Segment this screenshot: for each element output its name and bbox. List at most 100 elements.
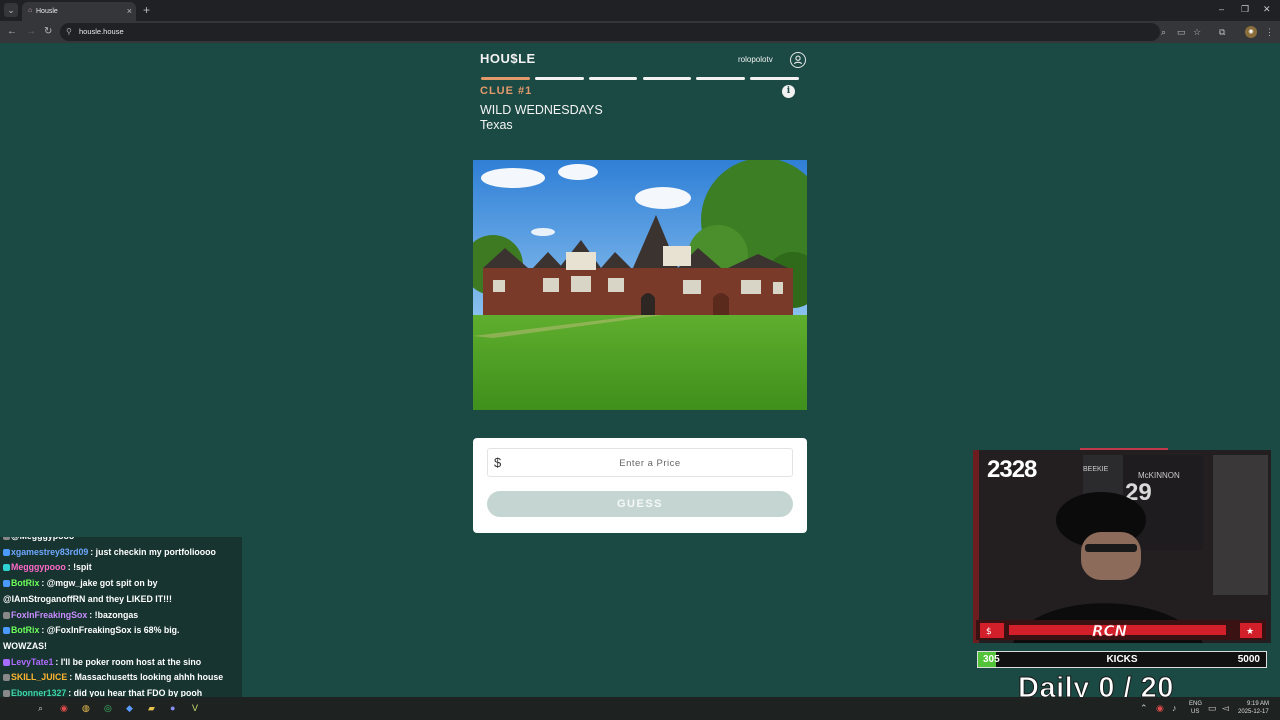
- chat-message: @IAmStroganoffRN and they LIKED IT!!!: [3, 594, 172, 605]
- taskbar-v-icon[interactable]: V: [192, 702, 198, 714]
- minimize-window-icon[interactable]: –: [1219, 3, 1224, 15]
- bookmark-star-icon[interactable]: ☆: [1193, 26, 1201, 38]
- tray-time[interactable]: 9:19 AM: [1247, 701, 1269, 708]
- chat-username[interactable]: @Megggypooo: [11, 537, 74, 541]
- taskbar-search-icon[interactable]: ⌕: [38, 702, 43, 714]
- info-icon[interactable]: i: [782, 85, 795, 98]
- svg-text:★: ★: [1246, 627, 1254, 637]
- site-info-icon[interactable]: ⚲: [66, 26, 72, 38]
- tab-title: Housle: [36, 8, 58, 15]
- kicks-goal: 5000: [1237, 654, 1260, 665]
- chat-text: : !spit: [67, 562, 92, 573]
- extensions-icon[interactable]: ⧉: [1219, 26, 1225, 38]
- chat-text: : @mgw_jake got spit on by: [41, 578, 158, 589]
- progress-segment: [642, 77, 692, 80]
- guess-button[interactable]: GUESS: [487, 491, 793, 517]
- chat-text: : @FoxInFreakingSox is 68% big.: [41, 625, 180, 636]
- address-url[interactable]: housle.house: [79, 27, 124, 37]
- kicks-label: KICKS: [1106, 654, 1138, 665]
- chat-badge-icon: [3, 658, 10, 666]
- chat-message: WOWZAS!: [3, 641, 47, 652]
- tray-volume-icon[interactable]: ◅: [1222, 702, 1229, 714]
- taskbar-app-icon[interactable]: ◆: [126, 702, 133, 714]
- clue-location: Texas: [480, 118, 513, 132]
- taskbar-folder-icon[interactable]: ▰: [148, 702, 155, 714]
- house-photo: [473, 160, 807, 410]
- chat-username[interactable]: BotRix: [11, 578, 39, 588]
- taskbar-spotify-icon[interactable]: ◎: [104, 702, 112, 714]
- chat-message: Megggypooo: !spit: [3, 562, 92, 573]
- chat-text: WOWZAS!: [3, 640, 47, 651]
- tray-network-icon[interactable]: ▭: [1208, 702, 1217, 714]
- chat-badge-icon: [3, 690, 10, 697]
- browser-tab-housle[interactable]: ⌂ Housle ×: [22, 2, 136, 21]
- close-window-icon[interactable]: ✕: [1263, 3, 1271, 15]
- chat-message: SKILL_JUICE: Massachusetts looking ahhh …: [3, 672, 223, 683]
- address-bar[interactable]: ⚲ housle.house: [60, 23, 1160, 41]
- chat-text: : I'll be poker room host at the sino: [55, 656, 202, 667]
- clue-label: CLUE #1: [480, 85, 533, 97]
- taskbar-record-icon[interactable]: ◉: [60, 702, 68, 714]
- chat-username[interactable]: xgamestrey83rd09: [11, 547, 88, 557]
- housle-favicon-icon: ⌂: [28, 7, 33, 14]
- channel-logo-strip: $ RCN ★: [976, 620, 1266, 640]
- svg-text:$: $: [986, 627, 992, 637]
- chat-message: xgamestrey83rd09: just checkin my portfo…: [3, 547, 216, 558]
- zoom-icon[interactable]: ⌕: [1161, 26, 1166, 38]
- tray-chevron-icon[interactable]: ⌃: [1140, 702, 1148, 714]
- chat-username[interactable]: BotRix: [11, 625, 39, 635]
- reload-icon[interactable]: ↻: [44, 25, 52, 39]
- tab-list-chevron-icon[interactable]: ⌄: [4, 3, 18, 17]
- tray-language-top[interactable]: ENG: [1189, 701, 1202, 708]
- progress-segment: [750, 77, 799, 80]
- stream-chat-overlay: @Megggypooo xgamestrey83rd09: just checki…: [0, 537, 242, 720]
- tray-mic-icon[interactable]: ♪: [1172, 702, 1177, 714]
- chat-username[interactable]: LevyTate1: [11, 657, 53, 667]
- svg-text:BEEKIE: BEEKIE: [1083, 466, 1109, 473]
- chat-username[interactable]: SKILL_JUICE: [11, 672, 67, 682]
- forward-arrow-icon[interactable]: →: [26, 25, 36, 39]
- chat-message: FoxInFreakingSox: !bazongas: [3, 610, 138, 621]
- taskbar-chrome-icon[interactable]: ◍: [82, 702, 90, 714]
- back-arrow-icon[interactable]: ←: [7, 25, 17, 39]
- browser-tab-strip: ⌄ ⌂ Housle × + – ❐ ✕: [0, 0, 1280, 21]
- chat-message: LevyTate1: I'll be poker room host at th…: [3, 657, 201, 668]
- tray-app-icon[interactable]: ◉: [1156, 702, 1164, 714]
- browser-toolbar: ← → ↻ ⚲ housle.house ⌕ ▭ ☆ ⧉ ⋮: [0, 21, 1280, 43]
- chat-text: : Massachusetts looking ahhh house: [69, 672, 224, 683]
- chat-message: BotRix: @FoxInFreakingSox is 68% big.: [3, 625, 179, 636]
- kicks-goal-bar: 305 KICKS 5000: [977, 651, 1267, 668]
- dollar-prefix: $: [494, 455, 502, 470]
- stream-counter: 2328: [987, 456, 1037, 483]
- tray-language-bottom[interactable]: US: [1191, 709, 1199, 716]
- progress-segment: [588, 77, 638, 80]
- chat-badge-icon: [3, 537, 10, 540]
- restore-window-icon[interactable]: ❐: [1241, 3, 1249, 15]
- price-input-container[interactable]: $: [487, 448, 793, 477]
- price-input[interactable]: [510, 453, 790, 473]
- progress-segment: [481, 77, 530, 80]
- profile-avatar[interactable]: ◉: [1245, 26, 1257, 38]
- chat-message: @Megggypooo: [3, 537, 76, 542]
- cast-icon[interactable]: ▭: [1177, 26, 1186, 38]
- svg-text:RCN: RCN: [1092, 622, 1128, 640]
- username[interactable]: rolopolotv: [738, 55, 773, 65]
- chat-text: : !bazongas: [89, 609, 139, 620]
- chat-username[interactable]: FoxInFreakingSox: [11, 610, 87, 620]
- taskbar-discord-icon[interactable]: ●: [170, 702, 175, 714]
- chat-badge-icon: [3, 611, 10, 619]
- chat-text: @IAmStroganoffRN and they LIKED IT!!!: [3, 593, 172, 604]
- housle-logo[interactable]: HOU$LE: [480, 51, 536, 66]
- chat-username[interactable]: Megggypooo: [11, 562, 66, 572]
- user-account-icon[interactable]: [790, 52, 806, 68]
- chat-badge-icon: [3, 674, 10, 682]
- tray-date[interactable]: 2025-12-17: [1238, 709, 1269, 716]
- new-tab-button[interactable]: +: [143, 3, 150, 17]
- chat-badge-icon: [3, 580, 10, 588]
- chat-text: : just checkin my portfolioooo: [90, 546, 216, 557]
- browser-menu-icon[interactable]: ⋮: [1265, 26, 1274, 38]
- chat-badge-icon: [3, 564, 10, 572]
- svg-text:McKINNON: McKINNON: [1138, 471, 1180, 480]
- progress-segment: [534, 77, 584, 80]
- close-tab-icon[interactable]: ×: [127, 6, 132, 16]
